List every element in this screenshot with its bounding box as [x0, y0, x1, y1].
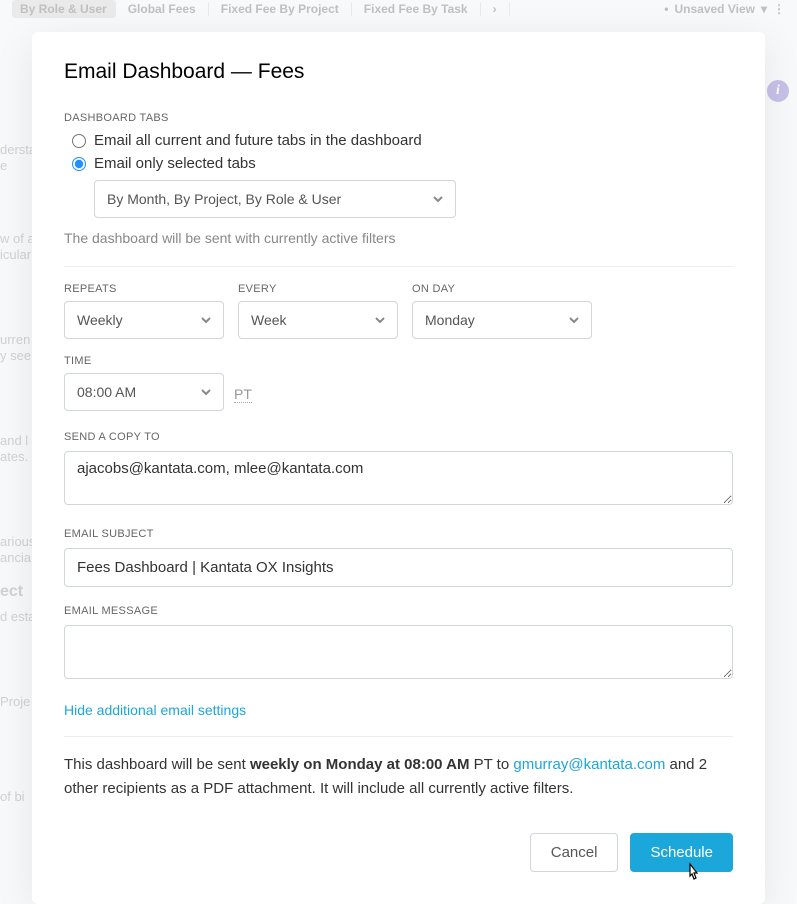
summary-mid: PT to [469, 756, 513, 773]
onday-dropdown[interactable]: Monday [412, 301, 592, 339]
time-value: 08:00 AM [77, 384, 136, 400]
bg-tab: By Role & User [12, 0, 116, 18]
message-input[interactable] [64, 625, 733, 679]
tabs-radio-group: Email all current and future tabs in the… [64, 132, 733, 218]
unsaved-view-dropdown: • Unsaved View ▾ ⋮ [664, 2, 785, 16]
chevron-down-icon [201, 387, 211, 397]
onday-value: Monday [425, 312, 475, 328]
schedule-button[interactable]: Schedule [630, 833, 733, 872]
time-row: TIME 08:00 AM PT [64, 355, 733, 411]
chevron-down-icon [569, 315, 579, 325]
bg-text: e [0, 158, 7, 173]
onday-label: ON DAY [412, 283, 592, 295]
bg-text: ates. [0, 449, 28, 464]
bg-text: dersta [0, 142, 36, 157]
subject-field-wrap: EMAIL SUBJECT [64, 528, 733, 587]
chevron-down-icon [433, 194, 443, 204]
bg-text: ancia [0, 550, 31, 565]
every-label: EVERY [238, 283, 398, 295]
repeats-field: REPEATS Weekly [64, 283, 224, 339]
email-dashboard-modal: Email Dashboard — Fees DASHBOARD TABS Em… [32, 32, 765, 904]
bg-tab: Global Fees [116, 2, 209, 16]
button-row: Cancel Schedule [64, 833, 733, 872]
bg-text: d esta [0, 609, 35, 624]
bg-text: and l [0, 433, 28, 448]
cancel-button[interactable]: Cancel [530, 833, 619, 872]
repeats-label: REPEATS [64, 283, 224, 295]
time-dropdown[interactable]: 08:00 AM [64, 373, 224, 411]
selected-tabs-dropdown[interactable]: By Month, By Project, By Role & User [94, 180, 456, 218]
subject-input[interactable] [64, 548, 733, 587]
bg-text: arious [0, 534, 35, 549]
every-field: EVERY Week [238, 283, 398, 339]
bg-text: of bi [0, 789, 25, 804]
radio-selected-tabs-label: Email only selected tabs [94, 155, 256, 172]
divider [64, 736, 733, 737]
radio-all-tabs[interactable]: Email all current and future tabs in the… [72, 132, 733, 149]
send-to-field-wrap: SEND A COPY TO [64, 431, 733, 510]
subject-label: EMAIL SUBJECT [64, 528, 733, 540]
bg-text: Proje [0, 694, 30, 709]
background-tabs: By Role & User Global Fees Fixed Fee By … [0, 0, 797, 18]
message-field-wrap: EMAIL MESSAGE [64, 605, 733, 684]
more-tabs-arrow: › [481, 2, 510, 16]
bg-text: w of a [0, 231, 35, 246]
schedule-row: REPEATS Weekly EVERY Week ON DAY Monday [64, 283, 733, 339]
every-dropdown[interactable]: Week [238, 301, 398, 339]
repeats-dropdown[interactable]: Weekly [64, 301, 224, 339]
message-label: EMAIL MESSAGE [64, 605, 733, 617]
send-to-input[interactable] [64, 451, 733, 505]
radio-all-tabs-input[interactable] [72, 134, 86, 148]
info-icon: i [767, 80, 789, 102]
summary-email: gmurray@kantata.com [513, 756, 665, 773]
divider [64, 266, 733, 267]
time-label: TIME [64, 355, 224, 367]
hide-settings-link[interactable]: Hide additional email settings [64, 702, 246, 718]
bg-tab: Fixed Fee By Project [209, 2, 352, 16]
bg-text: urren [0, 332, 30, 347]
summary-prefix: This dashboard will be sent [64, 756, 250, 773]
modal-title: Email Dashboard — Fees [64, 60, 733, 84]
schedule-summary: This dashboard will be sent weekly on Mo… [64, 753, 733, 801]
send-to-label: SEND A COPY TO [64, 431, 733, 443]
bg-text: icular [0, 247, 31, 262]
selected-tabs-value: By Month, By Project, By Role & User [107, 191, 341, 207]
bg-text: ect [0, 583, 23, 601]
repeats-value: Weekly [77, 312, 123, 328]
radio-selected-tabs[interactable]: Email only selected tabs [72, 155, 733, 172]
every-value: Week [251, 312, 287, 328]
dashboard-tabs-label: DASHBOARD TABS [64, 112, 733, 124]
onday-field: ON DAY Monday [412, 283, 592, 339]
radio-selected-tabs-input[interactable] [72, 157, 86, 171]
summary-bold: weekly on Monday at 08:00 AM [250, 756, 470, 773]
bg-tab: Fixed Fee By Task [352, 2, 481, 16]
chevron-down-icon [201, 315, 211, 325]
chevron-down-icon [375, 315, 385, 325]
bg-text: y see [0, 348, 31, 363]
radio-all-tabs-label: Email all current and future tabs in the… [94, 132, 422, 149]
timezone-label: PT [234, 385, 252, 403]
time-field: TIME 08:00 AM [64, 355, 224, 411]
filter-note: The dashboard will be sent with currentl… [64, 230, 733, 246]
